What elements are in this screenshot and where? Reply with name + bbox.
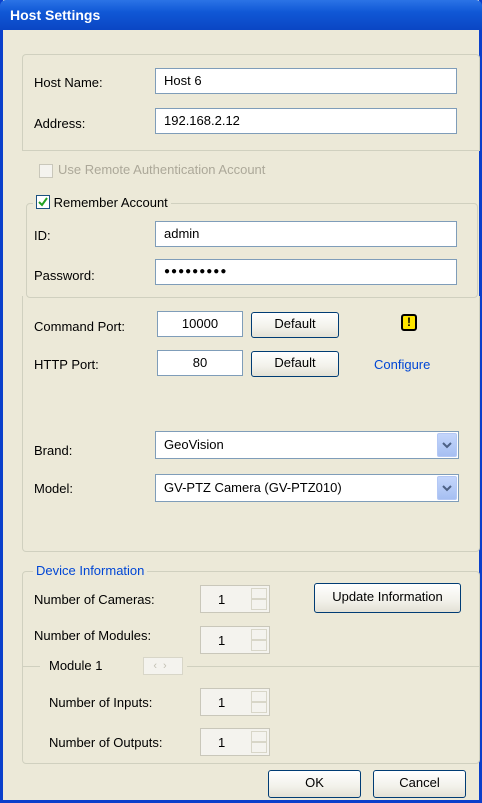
http-port-label: HTTP Port: [34,357,99,372]
spin-up-icon[interactable] [251,588,267,599]
warning-glyph: ! [407,315,411,329]
brand-select-value: GeoVision [164,437,224,452]
host-name-input[interactable]: Host 6 [155,68,457,94]
modules-label: Number of Modules: [34,628,152,643]
divider [22,150,480,151]
module-nav[interactable]: ‹› [143,657,183,675]
brand-select[interactable]: GeoVision [155,431,459,459]
spin-down-icon[interactable] [251,742,267,753]
spin-down-icon[interactable] [251,640,267,651]
title-bar[interactable]: Host Settings [0,0,482,30]
cameras-stepper[interactable]: 1 [200,585,270,613]
outputs-label: Number of Outputs: [49,735,163,750]
http-port-default-button[interactable]: Default [251,351,339,377]
spin-up-icon[interactable] [251,629,267,640]
remember-account-label: Remember Account [53,195,168,210]
check-icon [38,197,48,207]
chevron-right-icon[interactable]: › [163,660,173,672]
cameras-value: 1 [218,592,226,607]
ok-button[interactable]: OK [268,770,361,798]
spin-up-icon[interactable] [251,691,267,702]
remote-auth-label: Use Remote Authentication Account [58,162,266,177]
spin-down-icon[interactable] [251,599,267,610]
device-info-legend: Device Information [33,563,148,578]
outputs-value: 1 [218,735,226,750]
model-label: Model: [34,481,74,496]
spin-up-icon[interactable] [251,731,267,742]
address-label: Address: [34,116,86,131]
address-input[interactable]: 192.168.2.12 [155,108,457,134]
warning-icon[interactable]: ! [401,314,417,331]
http-port-input[interactable]: 80 [157,350,243,376]
model-select-value: GV-PTZ Camera (GV-PTZ010) [164,480,342,495]
outputs-stepper[interactable]: 1 [200,728,270,756]
modules-value: 1 [218,633,226,648]
module-divider-left [22,666,40,667]
remember-account-legend: Remember Account [33,195,171,213]
chevron-left-icon[interactable]: ‹ [153,660,163,672]
chevron-down-icon[interactable] [437,476,457,500]
module-divider-right [187,666,480,667]
id-label: ID: [34,228,51,243]
command-port-label: Command Port: [34,319,126,334]
id-input[interactable]: admin [155,221,457,247]
command-port-default-button[interactable]: Default [251,312,339,338]
cancel-button[interactable]: Cancel [373,770,466,798]
password-label: Password: [34,268,95,283]
remote-auth-checkbox[interactable] [39,164,53,178]
remember-account-checkbox[interactable] [36,195,50,209]
password-input[interactable]: ●●●●●●●●● [155,259,457,285]
brand-label: Brand: [34,443,73,458]
update-information-button[interactable]: Update Information [314,583,461,613]
model-select[interactable]: GV-PTZ Camera (GV-PTZ010) [155,474,459,502]
chevron-down-icon[interactable] [437,433,457,457]
cameras-label: Number of Cameras: [34,592,155,607]
inputs-label: Number of Inputs: [49,695,153,710]
host-settings-window: Host Settings Host Name: Host 6 Address:… [0,0,482,803]
window-title: Host Settings [10,7,101,23]
inputs-stepper[interactable]: 1 [200,688,270,716]
spin-down-icon[interactable] [251,702,267,713]
module-label: Module 1 [49,658,103,673]
modules-stepper[interactable]: 1 [200,626,270,654]
configure-link[interactable]: Configure [374,357,430,372]
host-name-label: Host Name: [34,75,103,90]
command-port-input[interactable]: 10000 [157,311,243,337]
inputs-value: 1 [218,695,226,710]
